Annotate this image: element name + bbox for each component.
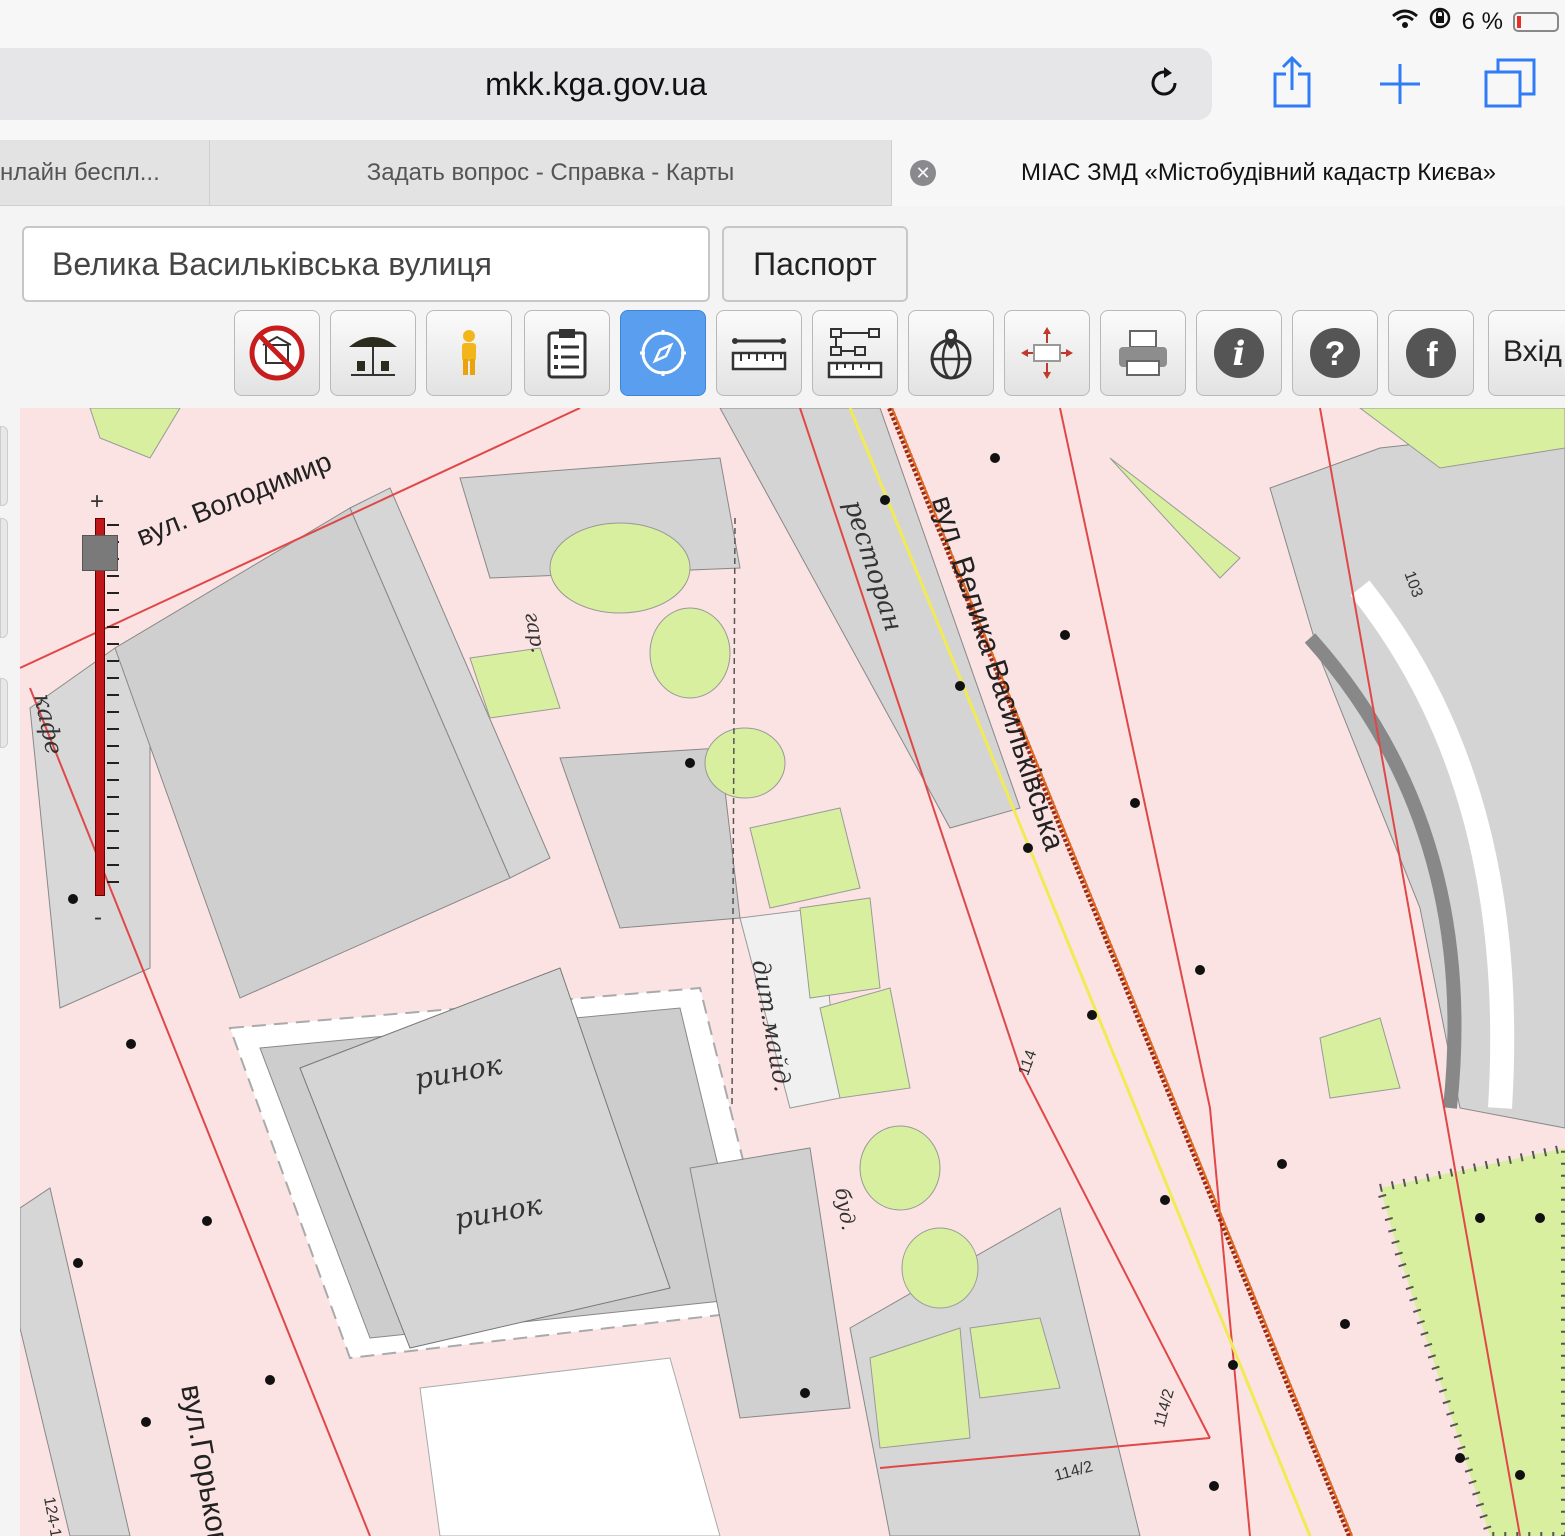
zoom-tick [107, 864, 119, 866]
zoom-tick [107, 796, 119, 798]
area-measure-icon [827, 328, 883, 379]
side-panel-edge [0, 408, 20, 1536]
zoom-tick [107, 728, 119, 730]
login-button[interactable]: Вхід [1488, 310, 1565, 396]
cafe-tool-button[interactable] [330, 310, 416, 396]
help-icon: ? [1310, 328, 1360, 378]
new-tab-icon[interactable] [1370, 54, 1430, 114]
side-panel-tab[interactable] [0, 518, 8, 638]
street-view-person-icon [462, 330, 476, 375]
globe-location-icon [930, 329, 972, 380]
side-panel-tab[interactable] [0, 426, 8, 506]
wifi-icon [1391, 8, 1418, 36]
passport-button[interactable]: Паспорт [722, 226, 908, 302]
facebook-tool-button[interactable]: f [1388, 310, 1474, 396]
zoom-tick [107, 711, 119, 713]
svg-text:?: ? [1325, 335, 1346, 373]
facebook-icon: f [1406, 328, 1456, 378]
svg-text:f: f [1426, 336, 1438, 374]
zoom-tick [107, 830, 119, 832]
zoom-tick [107, 677, 119, 679]
zoom-slider-handle[interactable] [82, 535, 118, 572]
no-kiosk-icon [249, 325, 305, 381]
zoom-tick [107, 626, 119, 628]
tab-1[interactable]: нлайн беспл... [0, 140, 210, 206]
zoom-tick [107, 592, 119, 594]
zoom-tick [107, 575, 119, 577]
zoom-tick [107, 660, 119, 662]
print-tool-button[interactable] [1100, 310, 1186, 396]
zoom-tick [107, 813, 119, 815]
rotation-lock-icon [1428, 6, 1452, 37]
address-bar[interactable]: mkk.kga.gov.ua [0, 48, 1212, 120]
zoom-tick [107, 745, 119, 747]
info-icon: i [1214, 328, 1264, 378]
zoom-tick [107, 762, 119, 764]
status-bar: 6 % [0, 0, 1565, 40]
tabs-overview-icon[interactable] [1480, 54, 1540, 114]
zoom-tick [107, 881, 119, 883]
extent-arrows-icon [1021, 327, 1073, 379]
zoom-tick [107, 847, 119, 849]
compass-tool-button[interactable] [620, 310, 706, 396]
clipboard-icon [547, 329, 587, 379]
tab-strip: нлайн беспл... Задать вопрос - Справка -… [0, 140, 1565, 206]
reload-icon[interactable] [1146, 65, 1182, 101]
help-tool-button[interactable]: ? [1292, 310, 1378, 396]
zoom-tick [107, 609, 119, 611]
tab-2-title: Задать вопрос - Справка - Карты [366, 159, 735, 186]
share-icon[interactable] [1262, 54, 1322, 114]
tab-3-active[interactable]: МІАС ЗМД «Містобудівний кадастр Києва» [892, 140, 1565, 206]
zoom-slider[interactable] [95, 518, 105, 896]
url-text: mkk.kga.gov.ua [485, 66, 707, 102]
printer-icon [1119, 330, 1167, 376]
close-tab-icon[interactable]: ✕ [910, 160, 936, 186]
zoom-tick [107, 694, 119, 696]
battery-icon [1513, 11, 1559, 32]
ruler-tool-button[interactable] [716, 310, 802, 396]
compass-icon [640, 330, 686, 376]
zoom-tick [107, 779, 119, 781]
clipboard-tool-button[interactable] [524, 310, 610, 396]
search-input[interactable]: Велика Васильківська вулиця [22, 226, 710, 302]
tab-2[interactable]: Задать вопрос - Справка - Карты [210, 140, 892, 206]
extent-tool-button[interactable] [1004, 310, 1090, 396]
zoom-out-button[interactable]: - [94, 904, 102, 932]
tab-1-title: нлайн беспл... [0, 159, 160, 186]
no-kiosk-tool-button[interactable] [234, 310, 320, 396]
svg-text:i: i [1233, 334, 1246, 374]
cafe-umbrella-icon [349, 337, 397, 376]
tab-3-title: МІАС ЗМД «Містобудівний кадастр Києва» [1020, 159, 1497, 186]
street-view-tool-button[interactable] [426, 310, 512, 396]
info-tool-button[interactable]: i [1196, 310, 1282, 396]
area-tool-button[interactable] [812, 310, 898, 396]
zoom-tick [107, 524, 119, 526]
zoom-tick [107, 643, 119, 645]
zoom-in-button[interactable]: + [90, 488, 104, 516]
ruler-icon [731, 338, 787, 371]
battery-percent: 6 % [1461, 7, 1503, 35]
side-panel-tab[interactable] [0, 678, 8, 748]
map-drawing [20, 408, 1565, 1536]
map-canvas[interactable]: вул. Володимир вул. Велика Васильківська… [20, 408, 1565, 1536]
globe-tool-button[interactable] [908, 310, 994, 396]
